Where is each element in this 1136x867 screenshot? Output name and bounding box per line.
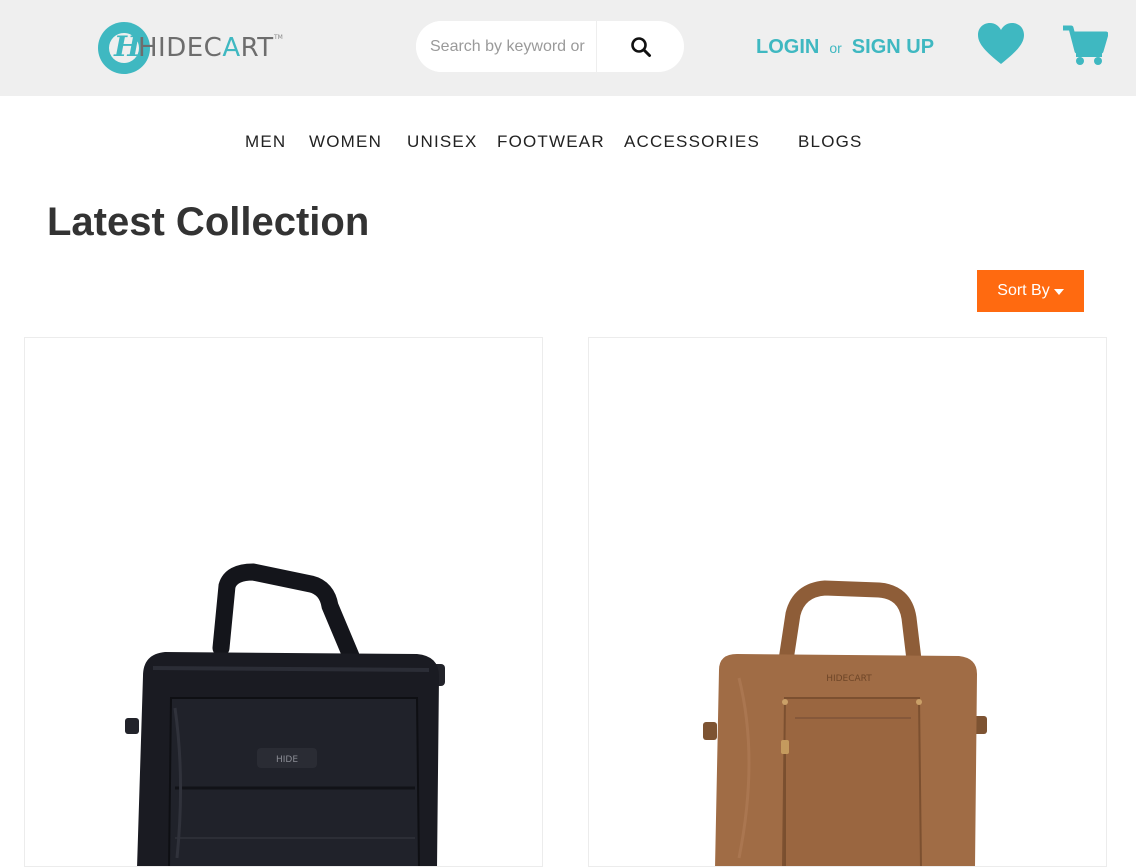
nav-item-accessories[interactable]: ACCESSORIES xyxy=(624,132,760,152)
sort-by-label: Sort By xyxy=(997,282,1050,299)
nav-item-footwear[interactable]: FOOTWEAR xyxy=(497,132,605,152)
logo-text-part3: RT xyxy=(240,33,274,63)
search-input[interactable] xyxy=(416,21,596,72)
logo-text-part2: A xyxy=(222,33,241,63)
nav-item-blogs[interactable]: BLOGS xyxy=(798,132,863,152)
login-link[interactable]: LOGIN xyxy=(756,36,819,59)
hidecart-logo[interactable]: H HIDECART TM xyxy=(98,20,288,76)
svg-text:HIDE: HIDE xyxy=(276,755,298,765)
logo-trademark: TM xyxy=(274,34,283,41)
logo-mark-letter: H xyxy=(114,30,141,63)
heart-icon[interactable] xyxy=(976,22,1026,66)
signup-link[interactable]: SIGN UP xyxy=(852,36,934,59)
nav-item-men[interactable]: MEN xyxy=(245,132,286,152)
page-title: Latest Collection xyxy=(47,200,370,244)
search-button[interactable] xyxy=(597,21,684,72)
caret-down-icon xyxy=(1053,289,1064,295)
search-bar xyxy=(416,21,684,72)
site-header: H HIDECART TM LOGIN or SIGN UP xyxy=(0,0,1136,96)
black-leather-bag-image: HIDE xyxy=(125,563,445,866)
auth-or-text: or xyxy=(829,40,842,56)
product-card[interactable]: HIDE xyxy=(24,337,543,867)
svg-text:HIDECART: HIDECART xyxy=(826,674,872,684)
nav-item-unisex[interactable]: UNISEX xyxy=(407,132,478,152)
product-card[interactable]: HIDECART xyxy=(588,337,1107,867)
auth-links: LOGIN or SIGN UP xyxy=(756,36,934,60)
main-nav: MEN WOMEN UNISEX FOOTWEAR ACCESSORIES BL… xyxy=(0,128,1136,158)
tan-leather-bag-image: HIDECART xyxy=(703,580,987,866)
search-icon xyxy=(630,36,651,57)
sort-by-button[interactable]: Sort By xyxy=(977,270,1084,312)
logo-wordmark: HIDECART xyxy=(138,33,274,63)
logo-text-part1: HIDEC xyxy=(138,33,223,63)
cart-icon[interactable] xyxy=(1062,24,1108,66)
nav-item-women[interactable]: WOMEN xyxy=(309,132,382,152)
